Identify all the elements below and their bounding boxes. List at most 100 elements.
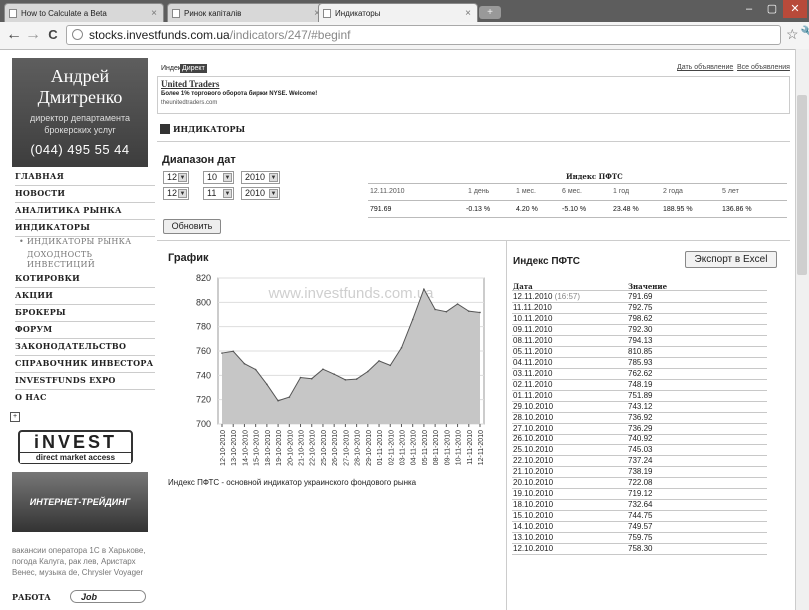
to-month-select[interactable]: 11 ▼ (203, 187, 234, 200)
ad-title[interactable]: United Traders (161, 79, 219, 89)
table-header-line (512, 290, 767, 291)
nav-stocks[interactable]: АКЦИИ (15, 287, 155, 305)
nav-market-indicators[interactable]: • ИНДИКАТОРЫ РЫНКА (15, 235, 159, 249)
table-cell-date: 04.11.2010 (513, 357, 553, 367)
nav-main[interactable]: ГЛАВНАЯ (15, 168, 155, 186)
update-button[interactable]: Обновить (163, 219, 221, 234)
from-year-select[interactable]: 2010 ▼ (241, 171, 280, 184)
from-month-value: 10 (207, 172, 218, 182)
from-day-select[interactable]: 12 ▼ (163, 171, 189, 184)
close-icon[interactable]: × (151, 4, 157, 22)
internet-trading-banner[interactable]: ИНТЕРНЕТ-ТРЕЙДИНГ (12, 472, 148, 532)
table-cell-date: 08.11.2010 (513, 335, 553, 345)
data-point (423, 288, 425, 290)
data-point (445, 310, 448, 313)
to-year-select[interactable]: 2010 ▼ (241, 187, 280, 200)
table-cell-date: 05.11.2010 (513, 346, 553, 356)
index-header-1m: 1 мес. (516, 188, 536, 195)
promo-role-2: брокерских услуг (44, 125, 116, 135)
browser-tab-1[interactable]: How to Calculate a Beta × (4, 3, 164, 22)
table-cell-date: 29.10.2010 (513, 401, 554, 411)
table-cell-value: 719.12 (628, 489, 653, 499)
table-cell-value: 751.89 (628, 390, 653, 400)
browser-tab-3[interactable]: Индикаторы × (318, 3, 478, 22)
chart-caption: Индекс ПФТС - основной индикатор украинс… (168, 478, 417, 487)
expand-icon[interactable]: + (10, 412, 20, 422)
table-cell-date: 09.11.2010 (513, 324, 553, 334)
maximize-button[interactable]: ▢ (760, 0, 784, 18)
index-table-line (368, 183, 787, 184)
ad-link-all[interactable]: Все объявления (737, 64, 790, 71)
manager-promo[interactable]: Андрей Дмитренко директор департамента б… (12, 58, 148, 167)
data-point (367, 370, 369, 373)
index-header-1d: 1 день (468, 188, 490, 195)
ad-link-give[interactable]: Дать объявление (677, 64, 733, 71)
index-header-1y: 1 год (613, 188, 630, 195)
data-point (434, 308, 436, 311)
page-icon (9, 9, 17, 18)
nav-forum[interactable]: ФОРУМ (15, 321, 155, 339)
table-cell-date: 21.10.2010 (513, 467, 554, 477)
job-logo[interactable]: Job (70, 590, 146, 603)
nav-news[interactable]: НОВОСТИ (15, 185, 155, 203)
index-value-current: 791.69 (370, 206, 392, 213)
browser-toolbar: ← → C stocks.investfunds.com.ua/indicato… (0, 22, 809, 50)
ad-url[interactable]: theunitedtraders.com (161, 100, 217, 106)
table-cell-date: 14.10.2010 (513, 522, 554, 532)
jobs-text[interactable]: вакансии оператора 1С в Харькове, погода… (12, 545, 150, 578)
table-cell-value: 743.12 (628, 401, 653, 411)
close-window-button[interactable]: ✕ (783, 0, 807, 18)
table-cell-value: 738.19 (628, 467, 653, 477)
minimize-button[interactable]: – (737, 0, 761, 18)
bookmark-star-icon[interactable]: ☆ (786, 26, 799, 43)
index-table-line (368, 217, 787, 218)
x-tick-label: 03-11-2010 (399, 430, 406, 465)
nav-investor-guide[interactable]: СПРАВОЧНИК ИНВЕСТОРА (15, 355, 155, 373)
nav-brokers[interactable]: БРОКЕРЫ (15, 304, 155, 322)
to-day-select[interactable]: 12 ▼ (163, 187, 189, 200)
reload-button[interactable]: C (45, 26, 61, 44)
nav-law[interactable]: ЗАКОНОДАТЕЛЬСТВО (15, 338, 155, 356)
invest-logo[interactable]: iNVEST direct market access (18, 430, 133, 464)
nav-expo[interactable]: INVESTFUNDS EXPO (15, 372, 155, 390)
data-point (411, 318, 414, 321)
from-day-value: 12 (167, 172, 178, 182)
table-cell-date: 10.11.2010 (513, 313, 553, 323)
wrench-icon[interactable]: 🔧 (800, 25, 809, 42)
table-cell-value: 791.69 (628, 292, 653, 301)
table-cell-value: 792.75 (628, 302, 653, 312)
x-tick-label: 05-11-2010 (422, 430, 429, 465)
chevron-down-icon: ▼ (223, 189, 232, 198)
section-title: ИНДИКАТОРЫ (173, 124, 246, 134)
new-tab-button[interactable]: + (479, 6, 501, 19)
table-cell-value: 736.29 (628, 423, 653, 433)
scrollbar-thumb[interactable] (797, 95, 807, 275)
close-icon[interactable]: × (465, 4, 471, 22)
from-year-value: 2010 (245, 172, 266, 182)
nav-quotes[interactable]: КОТИРОВКИ (15, 270, 155, 288)
data-point (378, 360, 380, 362)
table-cell-date: 12.10.2010 (513, 544, 554, 554)
nav-about[interactable]: О НАС (15, 389, 155, 406)
table-cell-value: 794.13 (628, 335, 653, 345)
x-tick-label: 28-10-2010 (355, 430, 362, 466)
index-value-6m: -5.10 % (562, 206, 587, 213)
back-button[interactable]: ← (6, 26, 22, 44)
address-bar[interactable]: stocks.investfunds.com.ua/indicators/247… (66, 25, 781, 45)
table-cell-value: 798.62 (628, 313, 653, 323)
from-month-select[interactable]: 10 ▼ (203, 171, 234, 184)
forward-button[interactable]: → (25, 26, 41, 44)
index-table-title: Индекс ПФТС (566, 172, 623, 181)
nav-analytics[interactable]: АНАЛИТИКА РЫНКА (15, 202, 155, 220)
invest-logo-text: iNVEST (33, 432, 117, 452)
data-point (322, 368, 324, 371)
to-day-value: 12 (167, 188, 178, 198)
export-excel-button[interactable]: Экспорт в Excel (685, 251, 777, 268)
y-tick-label: 780 (196, 322, 211, 332)
ad-tab-direct[interactable]: Директ (180, 64, 207, 73)
invest-logo-tagline: direct market access (20, 452, 131, 463)
index-value-1d: -0.13 % (466, 206, 491, 213)
browser-tab-2[interactable]: Ринок капіталів× (167, 3, 327, 22)
table-cell-date: 11.11.2010 (513, 302, 552, 312)
table-cell-date: 02.11.2010 (513, 379, 553, 389)
